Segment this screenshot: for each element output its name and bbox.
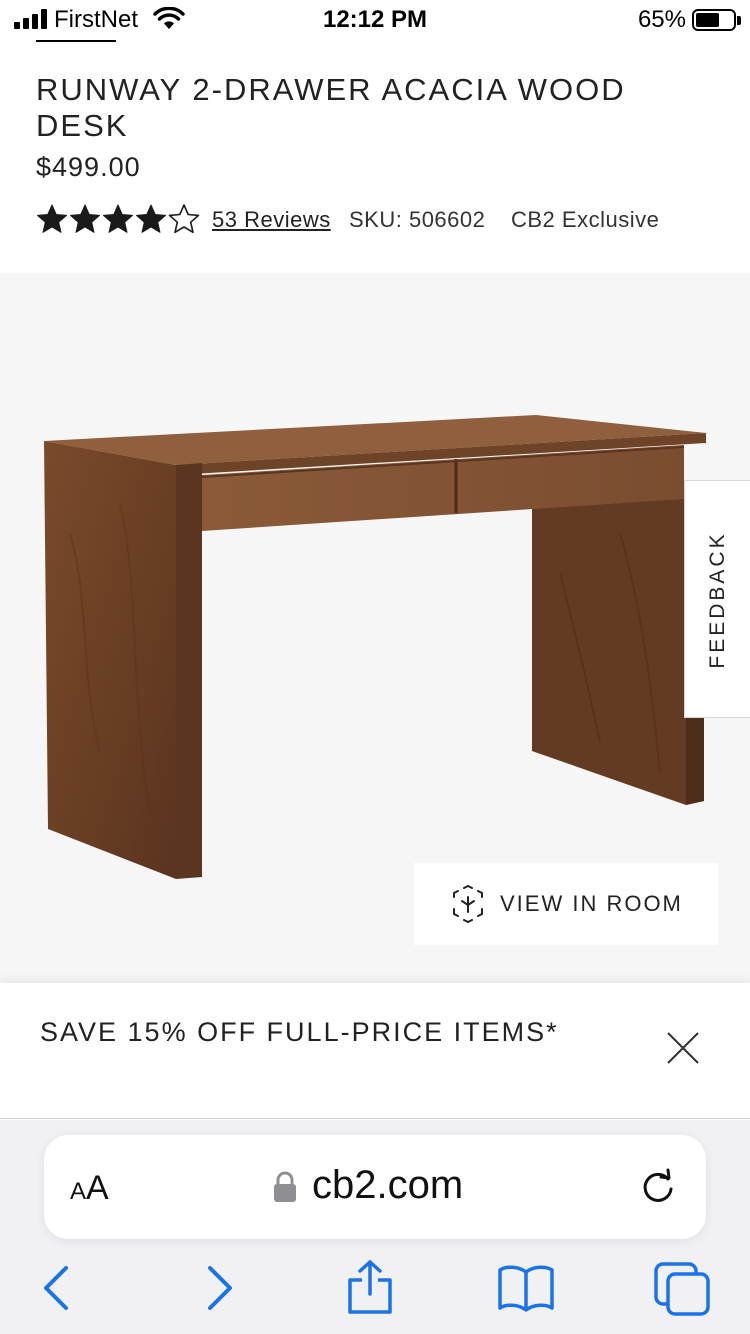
- forward-icon[interactable]: [188, 1258, 248, 1318]
- lock-icon: [274, 1171, 296, 1202]
- ar-cube-icon: [453, 885, 483, 923]
- back-icon[interactable]: [28, 1258, 88, 1318]
- feedback-tab[interactable]: FEEDBACK: [684, 480, 750, 718]
- promo-banner: SAVE 15% OFF FULL-PRICE ITEMS*: [0, 983, 750, 1119]
- close-icon[interactable]: [662, 1027, 704, 1069]
- product-image-area[interactable]: FEEDBACK VIEW IN ROOM: [0, 273, 750, 983]
- tabs-icon[interactable]: [652, 1258, 712, 1318]
- promo-text: SAVE 15% OFF FULL-PRICE ITEMS*: [40, 1017, 559, 1047]
- star-filled-icon: [136, 204, 166, 233]
- address-bar[interactable]: AA cb2.com: [44, 1135, 706, 1239]
- star-empty-icon: [168, 204, 200, 234]
- view-in-room-button[interactable]: VIEW IN ROOM: [414, 863, 718, 945]
- url-text[interactable]: cb2.com: [312, 1163, 463, 1208]
- reviews-link[interactable]: 53 Reviews: [212, 207, 331, 233]
- bookmarks-icon[interactable]: [496, 1258, 556, 1318]
- status-bar: FirstNet 12:12 PM 65%: [0, 0, 750, 42]
- star-filled-icon: [103, 204, 133, 233]
- text-size-button[interactable]: AA: [70, 1169, 109, 1208]
- rating-row: 53 Reviews SKU: 506602 CB2 Exclusive: [36, 203, 736, 239]
- battery-level: [696, 13, 719, 27]
- star-filled-icon: [37, 204, 67, 233]
- share-icon[interactable]: [340, 1258, 400, 1318]
- battery-percent: 65%: [637, 6, 686, 33]
- exclusive-label: CB2 Exclusive: [511, 207, 660, 232]
- reload-icon[interactable]: [638, 1167, 678, 1207]
- carrier-underline: [36, 40, 116, 42]
- battery-icon: [692, 9, 736, 31]
- star-filled-icon: [70, 204, 100, 233]
- sku-label: SKU: 506602: [349, 207, 486, 232]
- product-title: RUNWAY 2-DRAWER ACACIA WOOD DESK: [36, 72, 626, 143]
- battery-tip: [737, 16, 741, 25]
- product-price: $499.00: [36, 152, 141, 182]
- feedback-label: FEEDBACK: [706, 531, 729, 669]
- view-in-room-label: VIEW IN ROOM: [500, 891, 683, 916]
- star-rating[interactable]: [36, 203, 200, 235]
